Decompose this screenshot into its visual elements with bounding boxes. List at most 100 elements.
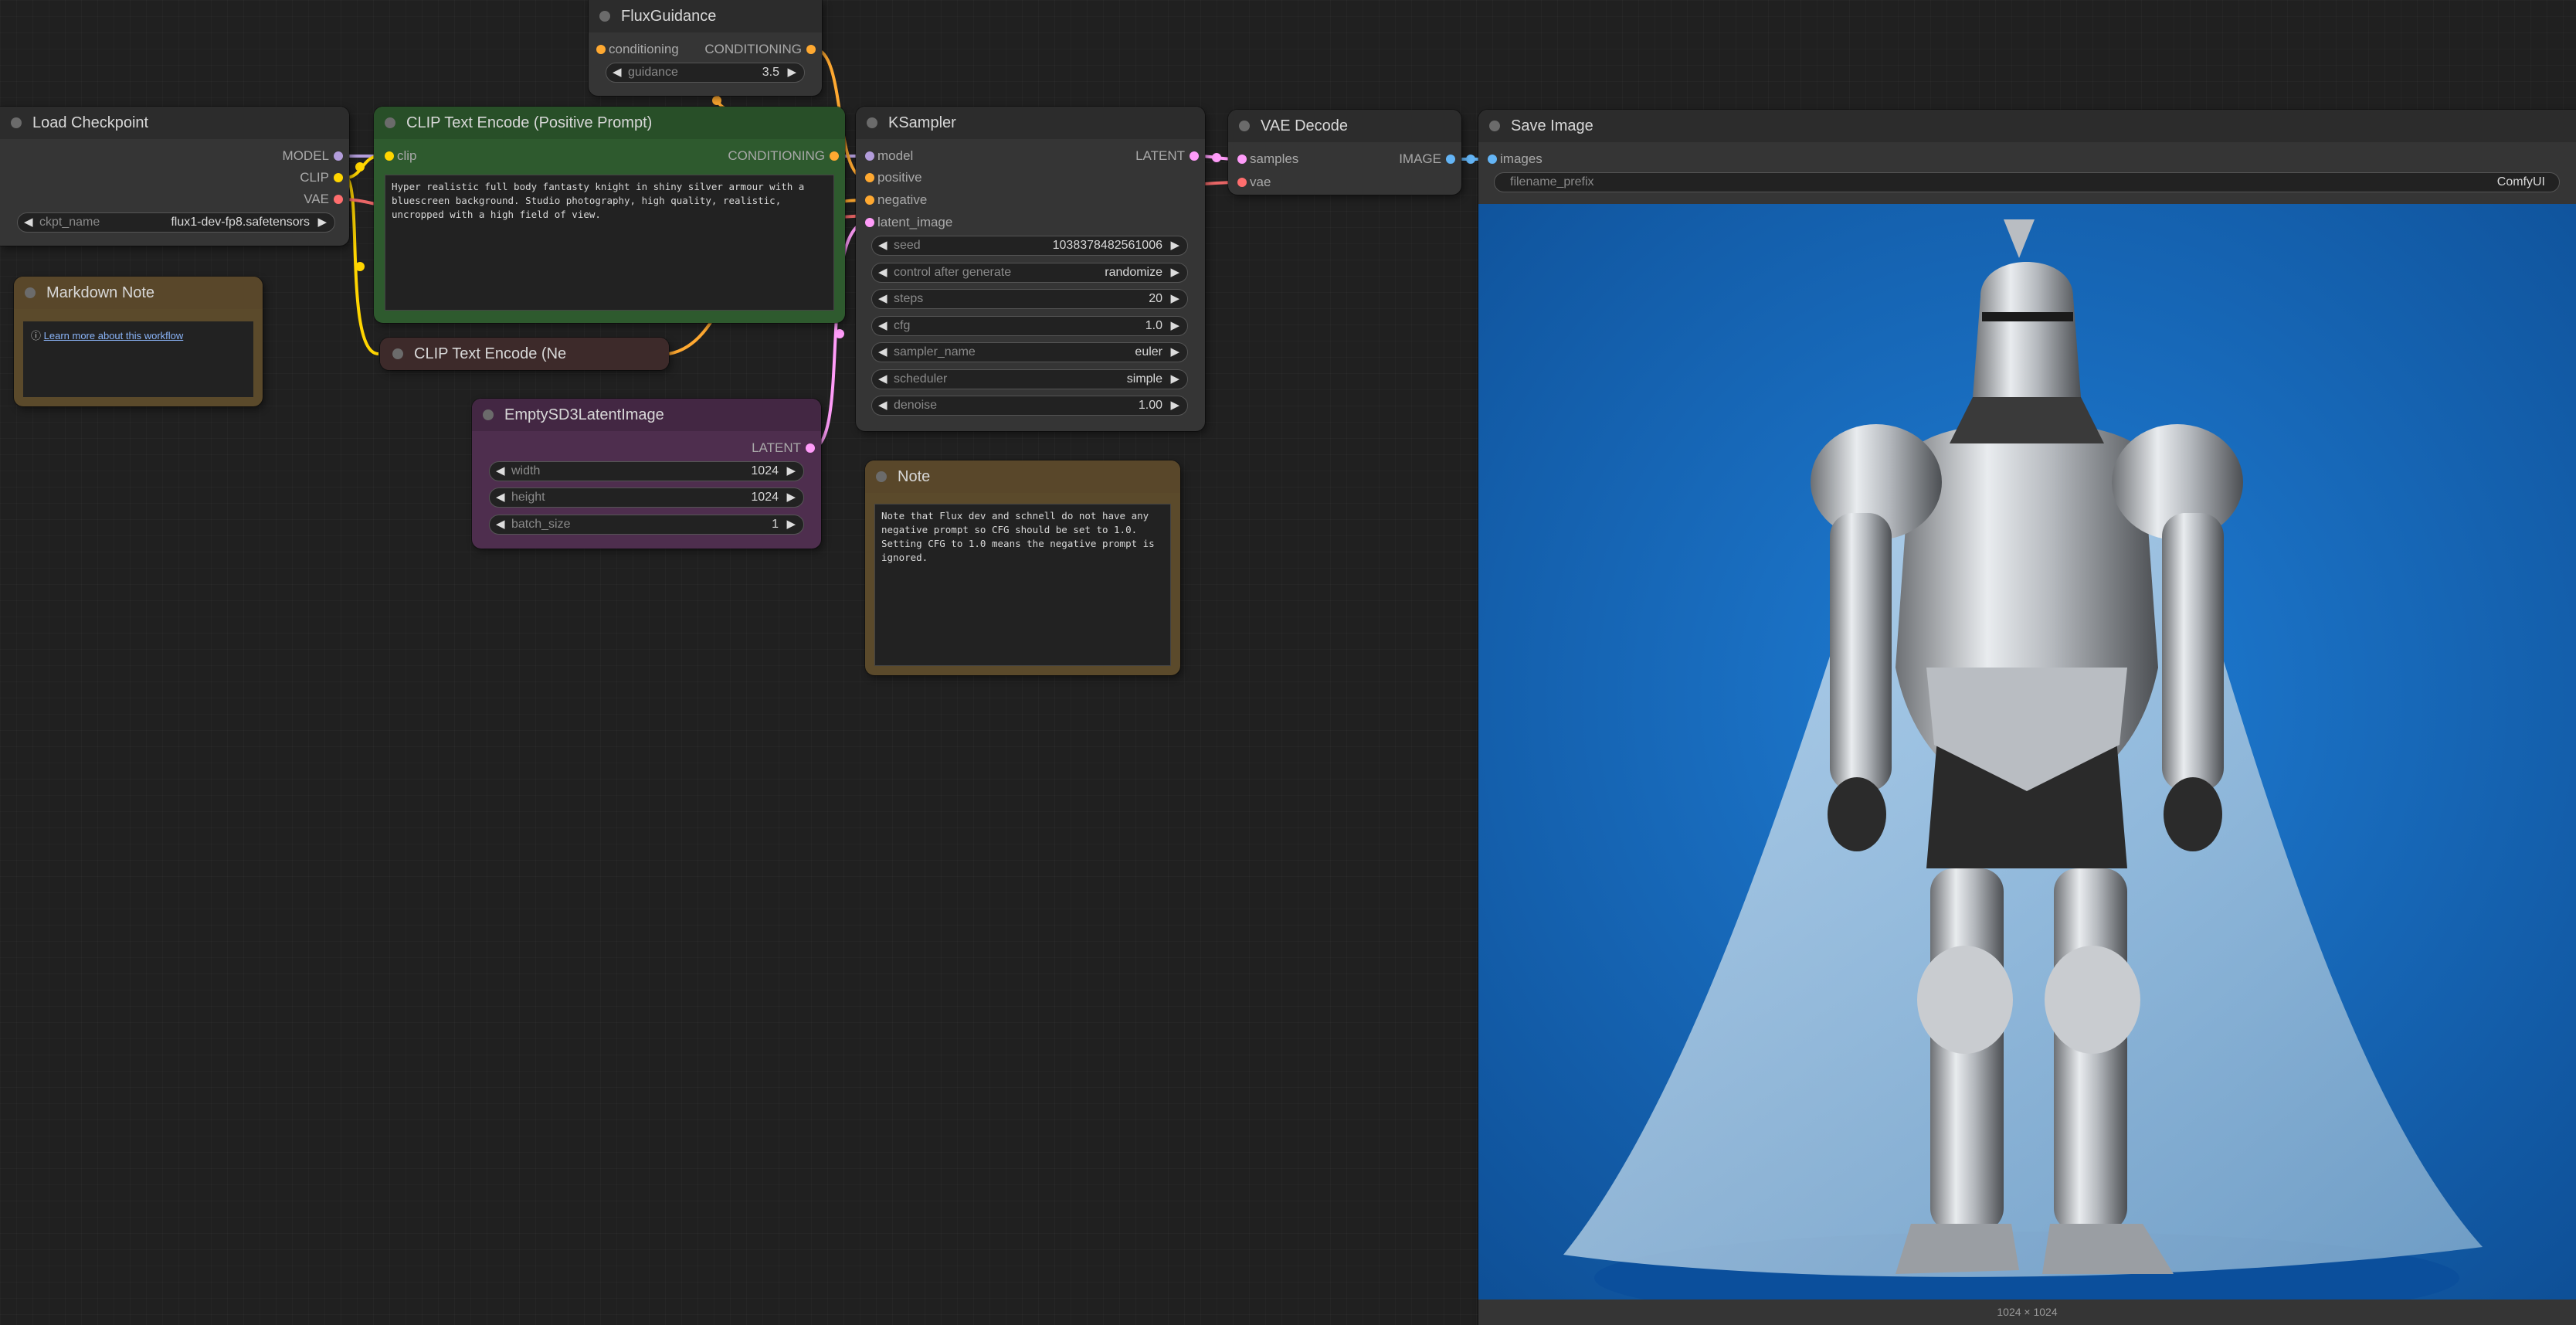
seed-widget[interactable]: ◀ seed 1038378482561006 ▶ — [871, 236, 1188, 256]
flux-guidance-node[interactable]: FluxGuidance conditioning CONDITIONING ◀… — [589, 0, 822, 96]
output-slot-image[interactable]: IMAGE — [1399, 148, 1455, 170]
filename-prefix-widget[interactable]: filename_prefix ComfyUI — [1494, 172, 2560, 192]
slot-dot-icon[interactable] — [334, 195, 343, 204]
decrement-arrow-icon[interactable]: ◀ — [613, 63, 622, 82]
output-slot-conditioning[interactable]: CONDITIONING — [728, 145, 839, 167]
output-slot-latent[interactable]: LATENT — [752, 437, 815, 459]
node-title[interactable]: KSampler — [856, 107, 1205, 139]
collapse-dot-icon[interactable] — [385, 117, 395, 128]
node-title[interactable]: EmptySD3LatentImage — [472, 399, 821, 431]
increment-arrow-icon[interactable]: ▶ — [1170, 290, 1179, 308]
increment-arrow-icon[interactable]: ▶ — [786, 515, 796, 534]
denoise-widget[interactable]: ◀ denoise 1.00 ▶ — [871, 396, 1188, 416]
output-slot-model[interactable]: MODEL — [283, 145, 343, 167]
input-slot-clip[interactable]: clip — [385, 145, 417, 167]
slot-dot-icon[interactable] — [865, 151, 874, 161]
collapse-dot-icon[interactable] — [392, 348, 403, 359]
slot-dot-icon[interactable] — [385, 151, 394, 161]
slot-dot-icon[interactable] — [806, 443, 815, 453]
increment-arrow-icon[interactable]: ▶ — [1170, 263, 1179, 282]
prompt-textarea[interactable]: Hyper realistic full body fantasty knigh… — [385, 175, 834, 311]
cfg-widget[interactable]: ◀ cfg 1.0 ▶ — [871, 316, 1188, 336]
collapse-dot-icon[interactable] — [25, 287, 36, 298]
slot-dot-icon[interactable] — [1237, 155, 1247, 164]
slot-dot-icon[interactable] — [1446, 155, 1455, 164]
decrement-arrow-icon[interactable]: ◀ — [496, 488, 505, 507]
empty-sd3-latent-image-node[interactable]: EmptySD3LatentImage LATENT ◀ width 1024 … — [472, 399, 821, 549]
ckpt-name-widget[interactable]: ◀ ckpt_name flux1-dev-fp8.safetensors ▶ — [17, 212, 335, 233]
slot-dot-icon[interactable] — [1237, 178, 1247, 187]
slot-dot-icon[interactable] — [334, 173, 343, 182]
node-title[interactable]: Note — [865, 460, 1180, 493]
height-widget[interactable]: ◀ height 1024 ▶ — [489, 488, 804, 508]
input-slot-images[interactable]: images — [1488, 148, 1543, 170]
note-textarea[interactable]: Note that Flux dev and schnell do not ha… — [874, 504, 1171, 666]
increment-arrow-icon[interactable]: ▶ — [787, 63, 796, 82]
collapse-dot-icon[interactable] — [867, 117, 877, 128]
control-after-generate-widget[interactable]: ◀ control after generate randomize ▶ — [871, 263, 1188, 283]
decrement-arrow-icon[interactable]: ◀ — [24, 213, 33, 232]
decrement-arrow-icon[interactable]: ◀ — [496, 515, 505, 534]
decrement-arrow-icon[interactable]: ◀ — [496, 462, 505, 481]
increment-arrow-icon[interactable]: ▶ — [1170, 343, 1179, 362]
load-checkpoint-node[interactable]: Load Checkpoint MODEL CLIP VAE ◀ ckpt_na… — [0, 107, 349, 246]
steps-widget[interactable]: ◀ steps 20 ▶ — [871, 289, 1188, 309]
slot-dot-icon[interactable] — [1190, 151, 1199, 161]
slot-dot-icon[interactable] — [830, 151, 839, 161]
node-title[interactable]: FluxGuidance — [589, 0, 822, 32]
node-title[interactable]: CLIP Text Encode (Positive Prompt) — [374, 107, 845, 139]
output-slot-clip[interactable]: CLIP — [300, 167, 343, 189]
output-slot-latent[interactable]: LATENT — [1135, 145, 1199, 167]
input-slot-model[interactable]: model — [865, 145, 913, 167]
increment-arrow-icon[interactable]: ▶ — [1170, 236, 1179, 255]
ksampler-node[interactable]: KSampler model positive negative latent_… — [856, 107, 1205, 431]
slot-dot-icon[interactable] — [596, 45, 606, 54]
guidance-widget[interactable]: ◀ guidance 3.5 ▶ — [606, 63, 805, 83]
input-slot-positive[interactable]: positive — [865, 167, 922, 189]
input-slot-latent-image[interactable]: latent_image — [865, 212, 952, 233]
collapse-dot-icon[interactable] — [11, 117, 22, 128]
save-image-node[interactable]: Save Image images filename_prefix ComfyU… — [1478, 110, 2576, 1325]
clip-text-encode-negative-node[interactable]: CLIP Text Encode (Ne — [380, 338, 669, 370]
node-title[interactable]: CLIP Text Encode (Ne — [380, 338, 669, 370]
output-slot-conditioning[interactable]: CONDITIONING — [704, 39, 816, 60]
markdown-note-node[interactable]: Markdown Note ⓘ Learn more about this wo… — [14, 277, 263, 406]
clip-text-encode-positive-node[interactable]: CLIP Text Encode (Positive Prompt) clip … — [374, 107, 845, 323]
decrement-arrow-icon[interactable]: ◀ — [878, 343, 888, 362]
increment-arrow-icon[interactable]: ▶ — [786, 462, 796, 481]
collapse-dot-icon[interactable] — [1489, 121, 1500, 131]
decrement-arrow-icon[interactable]: ◀ — [878, 236, 888, 255]
input-slot-vae[interactable]: vae — [1237, 172, 1271, 193]
increment-arrow-icon[interactable]: ▶ — [786, 488, 796, 507]
decrement-arrow-icon[interactable]: ◀ — [878, 370, 888, 389]
node-title[interactable]: Markdown Note — [14, 277, 263, 309]
slot-dot-icon[interactable] — [865, 218, 874, 227]
decrement-arrow-icon[interactable]: ◀ — [878, 290, 888, 308]
slot-dot-icon[interactable] — [865, 173, 874, 182]
slot-dot-icon[interactable] — [806, 45, 816, 54]
slot-dot-icon[interactable] — [1488, 155, 1497, 164]
increment-arrow-icon[interactable]: ▶ — [317, 213, 327, 232]
collapse-dot-icon[interactable] — [599, 11, 610, 22]
vae-decode-node[interactable]: VAE Decode samples vae IMAGE — [1228, 110, 1461, 195]
batch-size-widget[interactable]: ◀ batch_size 1 ▶ — [489, 515, 804, 535]
scheduler-widget[interactable]: ◀ scheduler simple ▶ — [871, 369, 1188, 389]
node-title[interactable]: Load Checkpoint — [0, 107, 349, 139]
image-preview[interactable] — [1478, 204, 2576, 1300]
node-title[interactable]: VAE Decode — [1228, 110, 1461, 142]
input-slot-negative[interactable]: negative — [865, 189, 927, 211]
node-title[interactable]: Save Image — [1478, 110, 2576, 142]
input-slot-conditioning[interactable]: conditioning — [596, 39, 679, 60]
note-node[interactable]: Note Note that Flux dev and schnell do n… — [865, 460, 1180, 675]
input-slot-samples[interactable]: samples — [1237, 148, 1298, 170]
decrement-arrow-icon[interactable]: ◀ — [878, 317, 888, 335]
slot-dot-icon[interactable] — [865, 195, 874, 205]
increment-arrow-icon[interactable]: ▶ — [1170, 317, 1179, 335]
workflow-link[interactable]: Learn more about this workflow — [44, 330, 184, 341]
increment-arrow-icon[interactable]: ▶ — [1170, 370, 1179, 389]
decrement-arrow-icon[interactable]: ◀ — [878, 263, 888, 282]
width-widget[interactable]: ◀ width 1024 ▶ — [489, 461, 804, 481]
sampler-name-widget[interactable]: ◀ sampler_name euler ▶ — [871, 342, 1188, 362]
collapse-dot-icon[interactable] — [876, 471, 887, 482]
slot-dot-icon[interactable] — [334, 151, 343, 161]
